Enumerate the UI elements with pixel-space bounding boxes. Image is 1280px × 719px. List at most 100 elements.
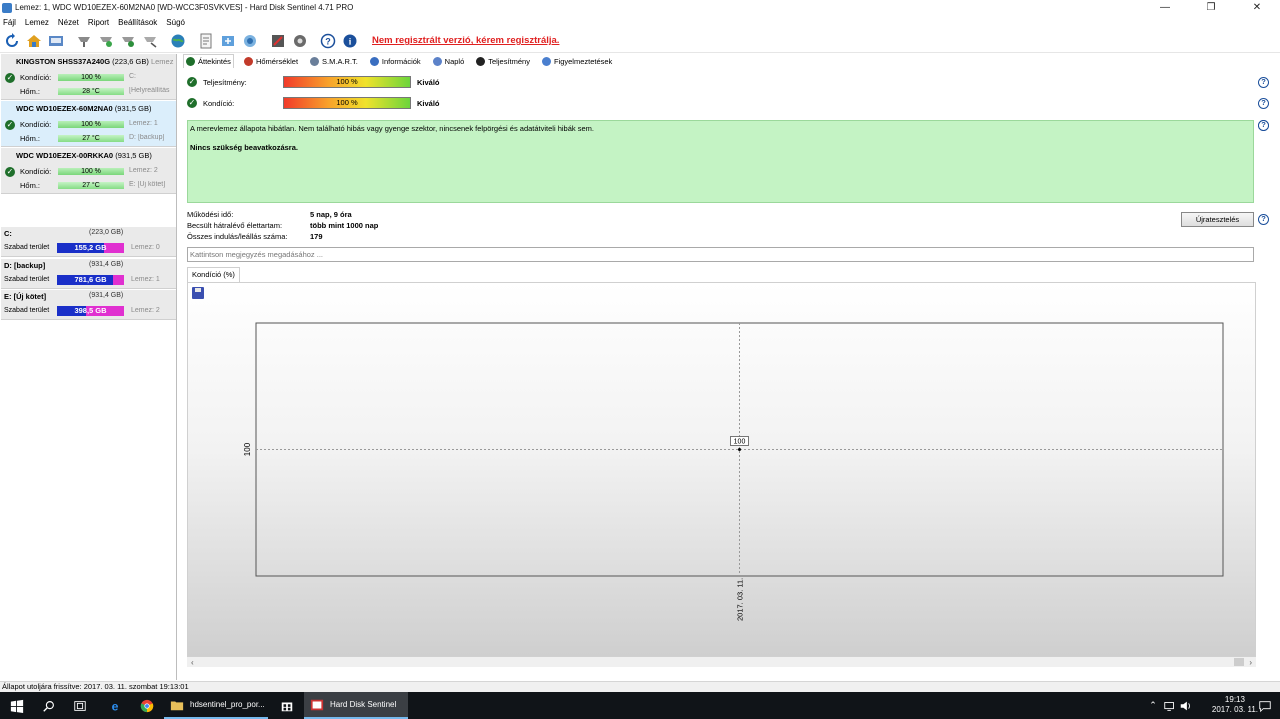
note-input[interactable]: Kattintson megjegyzés megadásához ... bbox=[187, 247, 1254, 262]
edge-icon[interactable]: e bbox=[100, 692, 130, 719]
menu-settings[interactable]: Beállítások bbox=[118, 18, 157, 27]
register-link[interactable]: Nem regisztrált verzió, kérem regisztrál… bbox=[372, 35, 559, 46]
performance-row: ✓ Teljesítmény: 100 % Kiváló bbox=[187, 75, 1277, 89]
tab-condition-chart[interactable]: Kondíció (%) bbox=[187, 267, 240, 282]
svg-text:e: e bbox=[112, 699, 119, 713]
condition-label: Kondíció: bbox=[20, 167, 52, 176]
task-view-icon[interactable] bbox=[64, 692, 96, 719]
disk-item-wd-60m2na0[interactable]: WDC WD10EZEX-60M2NA0 (931,5 GB) ✓ Kondíc… bbox=[1, 101, 176, 147]
volume-disk: Lemez: 1 bbox=[131, 276, 160, 283]
disk-extra-1: C: bbox=[129, 73, 136, 80]
notifications-icon[interactable] bbox=[1256, 692, 1274, 719]
scroll-right-icon[interactable]: › bbox=[1249, 658, 1252, 667]
volume-size: (931,4 GB) bbox=[89, 261, 124, 268]
document-icon[interactable] bbox=[197, 32, 215, 50]
settings-gear-icon[interactable] bbox=[291, 32, 309, 50]
lifetime-value: több mint 1000 nap bbox=[310, 221, 379, 230]
volume-name: C: bbox=[4, 229, 12, 238]
alerts-icon bbox=[541, 56, 551, 66]
network-icon[interactable] bbox=[241, 32, 259, 50]
free-space-label: Szabad terület bbox=[4, 307, 50, 314]
volume-size: (931,4 GB) bbox=[89, 292, 124, 299]
performance-rating: Kiváló bbox=[417, 78, 440, 87]
data-label: 100 bbox=[734, 439, 746, 446]
volume-item-d[interactable]: D: [backup] (931,4 GB) Szabad terület 78… bbox=[1, 259, 176, 289]
disk-test-icon[interactable] bbox=[97, 32, 115, 50]
disk-tool-icon[interactable] bbox=[75, 32, 93, 50]
performance-label: Teljesítmény: bbox=[203, 78, 247, 87]
search-icon[interactable] bbox=[34, 692, 64, 719]
status-text: A merevlemez állapota hibátlan. Nem talá… bbox=[190, 124, 594, 133]
report-icon[interactable] bbox=[47, 32, 65, 50]
tab-strip: Áttekintés Hőmérséklet S.M.A.R.T. Inform… bbox=[183, 54, 622, 68]
tab-performance[interactable]: Teljesítmény bbox=[474, 54, 532, 68]
free-space-bar: 155,2 GB bbox=[57, 243, 124, 253]
refresh-icon[interactable] bbox=[3, 32, 21, 50]
taskbar-app-installer[interactable]: hdsentinel_pro_por... bbox=[164, 692, 268, 719]
volume-disk: Lemez: 2 bbox=[131, 307, 160, 314]
disk-check-icon[interactable] bbox=[119, 32, 137, 50]
condition-bar: 100 % bbox=[58, 74, 124, 81]
tab-temperature[interactable]: Hőmérséklet bbox=[242, 54, 300, 68]
help-icon[interactable]: ? bbox=[1258, 77, 1269, 88]
help-icon[interactable]: ? bbox=[319, 32, 337, 50]
app-icon bbox=[2, 2, 12, 13]
check-icon: ✓ bbox=[5, 120, 15, 130]
volume-icon[interactable] bbox=[1179, 692, 1193, 719]
horizontal-scrollbar[interactable]: ‹ › bbox=[187, 657, 1256, 667]
help-icon[interactable]: ? bbox=[1258, 120, 1269, 131]
uptime-value: 5 nap, 9 óra bbox=[310, 210, 352, 219]
title-bar: Lemez: 1, WDC WD10EZEX-60M2NA0 [WD-WCC3F… bbox=[0, 0, 1280, 15]
condition-bar: 100 % bbox=[58, 168, 124, 175]
alert-report-icon[interactable] bbox=[269, 32, 287, 50]
volume-item-e[interactable]: E: [Új kötet] (931,4 GB) Szabad terület … bbox=[1, 290, 176, 320]
restore-button[interactable]: ❐ bbox=[1188, 0, 1234, 15]
data-point bbox=[738, 448, 741, 451]
disk-item-wd-00rkka0[interactable]: WDC WD10EZEX-00RKKA0 (931,5 GB) ✓ Kondíc… bbox=[1, 148, 176, 194]
check-icon: ✓ bbox=[5, 167, 15, 177]
tab-smart[interactable]: S.M.A.R.T. bbox=[308, 54, 360, 68]
store-icon[interactable] bbox=[272, 692, 302, 719]
check-icon bbox=[186, 57, 195, 66]
help-icon[interactable]: ? bbox=[1258, 98, 1269, 109]
tray-chevron-icon[interactable]: ⌃ bbox=[1146, 692, 1160, 719]
menu-help[interactable]: Súgó bbox=[166, 18, 185, 27]
retest-button[interactable]: Újratesztelés bbox=[1181, 212, 1254, 227]
startstop-value: 179 bbox=[310, 232, 323, 241]
volume-size: (223,0 GB) bbox=[89, 229, 124, 236]
disk-name: KINGSTON SHSS37A240G (223,6 GB) Lemez bbox=[16, 57, 174, 66]
disk-extra-2: [Helyreállítás bbox=[129, 87, 170, 94]
clock[interactable]: 19:13 2017. 03. 11. bbox=[1212, 695, 1258, 715]
globe-icon[interactable] bbox=[169, 32, 187, 50]
x-tick-label: 2017. 03. 11. bbox=[736, 578, 745, 621]
menu-disk[interactable]: Lemez bbox=[25, 18, 49, 27]
taskbar-app-hdsentinel[interactable]: Hard Disk Sentinel bbox=[304, 692, 408, 719]
chrome-icon[interactable] bbox=[132, 692, 162, 719]
help-icon[interactable]: ? bbox=[1258, 214, 1269, 225]
scroll-left-icon[interactable]: ‹ bbox=[191, 658, 194, 667]
tab-alerts[interactable]: Figyelmeztetések bbox=[540, 54, 614, 68]
tab-overview[interactable]: Áttekintés bbox=[183, 54, 234, 68]
close-button[interactable]: ✕ bbox=[1234, 0, 1280, 15]
disk-erase-icon[interactable] bbox=[141, 32, 159, 50]
startstop-label: Összes indulás/leállás száma: bbox=[187, 232, 288, 241]
y-tick-label: 100 bbox=[243, 442, 252, 456]
disk-item-kingston[interactable]: KINGSTON SHSS37A240G (223,6 GB) Lemez ✓ … bbox=[1, 54, 176, 100]
tab-log[interactable]: Napló bbox=[431, 54, 467, 68]
home-icon[interactable] bbox=[25, 32, 43, 50]
menu-file[interactable]: Fájl bbox=[3, 18, 16, 27]
minimize-button[interactable]: — bbox=[1142, 0, 1188, 15]
volume-item-c[interactable]: C: (223,0 GB) Szabad terület 155,2 GB Le… bbox=[1, 227, 176, 257]
volume-disk: Lemez: 0 bbox=[131, 244, 160, 251]
info-icon bbox=[369, 56, 379, 66]
menu-view[interactable]: Nézet bbox=[58, 18, 79, 27]
tab-information[interactable]: Információk bbox=[368, 54, 423, 68]
menu-report[interactable]: Riport bbox=[88, 18, 109, 27]
backup-icon[interactable] bbox=[219, 32, 237, 50]
check-icon: ✓ bbox=[187, 98, 197, 108]
scroll-thumb[interactable] bbox=[1234, 658, 1244, 666]
start-icon[interactable] bbox=[0, 692, 34, 719]
performance-icon bbox=[476, 56, 486, 66]
info-icon[interactable]: i bbox=[341, 32, 359, 50]
network-icon[interactable] bbox=[1162, 692, 1178, 719]
